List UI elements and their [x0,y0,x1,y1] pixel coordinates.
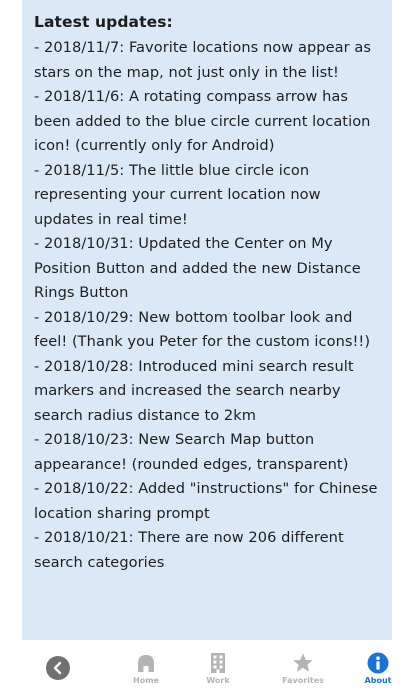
home-icon [138,655,154,672]
update-item: - 2018/10/31: Updated the Center on My P… [34,235,361,301]
back-button[interactable] [46,656,70,680]
update-item: - 2018/10/21: There are now 206 differen… [34,529,344,571]
updates-list: - 2018/11/7: Favorite locations now appe… [34,36,384,575]
tab-home[interactable]: Home [111,652,181,692]
bottom-toolbar: Home Work Favorites About [0,648,408,692]
tab-about[interactable]: About [343,652,408,692]
star-icon [293,653,313,672]
tab-favorites[interactable]: Favorites [268,652,338,692]
update-item: - 2018/11/5: The little blue circle icon… [34,161,321,228]
chevron-left-icon [53,661,62,675]
tab-about-label: About [364,676,392,685]
updates-title: Latest updates: [34,13,173,31]
update-item: - 2018/11/6: A rotating compass arrow ha… [34,88,371,154]
building-icon [211,653,225,673]
tab-work[interactable]: Work [183,652,253,692]
info-icon [367,652,389,674]
update-item: - 2018/10/22: Added "instructions" for C… [34,480,378,522]
tab-favorites-label: Favorites [282,676,324,685]
tab-work-label: Work [206,676,230,685]
update-item: - 2018/10/23: New Search Map button appe… [34,431,349,473]
tab-home-label: Home [133,676,159,685]
updates-panel: Latest updates: - 2018/11/7: Favorite lo… [22,0,392,640]
update-item: - 2018/10/28: Introduced mini search res… [34,357,354,424]
update-item: - 2018/10/29: New bottom toolbar look an… [34,308,371,351]
update-item: - 2018/11/7: Favorite locations now appe… [34,39,371,81]
